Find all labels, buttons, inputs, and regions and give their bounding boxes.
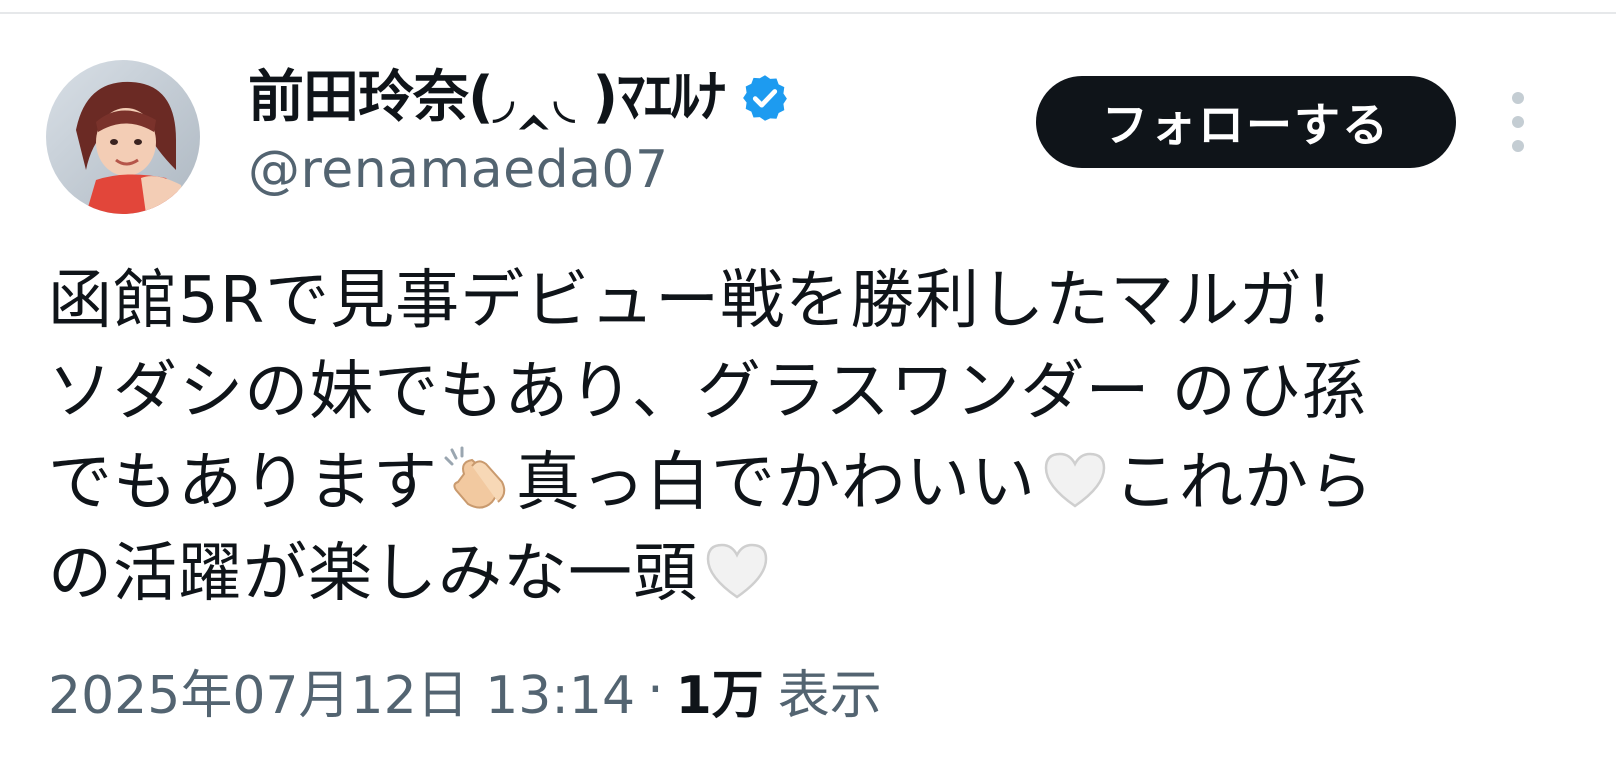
tweet-header: 前田玲奈(◞‸◟ )ﾏｴﾙﾅ @renamaeda07 xyxy=(248,58,791,202)
display-name[interactable]: 前田玲奈(◞‸◟ )ﾏｴﾙﾅ xyxy=(248,58,726,138)
avatar-image xyxy=(46,60,200,214)
white-heart-emoji xyxy=(702,535,772,605)
tweet-text-segment: でもあります xyxy=(48,446,438,520)
more-options-icon[interactable] xyxy=(1500,92,1536,152)
tweet-line: でもあります 真っ白でかわいい これから xyxy=(48,438,1578,529)
tweet-text-segment: 函館5Rで見事デビュー戦を勝利したマルガ！ xyxy=(48,264,1369,338)
tweet-text: 函館5Rで見事デビュー戦を勝利したマルガ！ ソダシの妹でもあり、グラスワンダー … xyxy=(48,256,1578,620)
tweet-timestamp[interactable]: 2025年07月12日 13:14 xyxy=(48,653,635,728)
verified-badge-icon xyxy=(739,72,791,124)
tweet-text-segment: 真っ白でかわいい xyxy=(516,446,1036,520)
follow-button[interactable]: フォローする xyxy=(1036,76,1456,168)
tweet-line: ソダシの妹でもあり、グラスワンダー のひ孫 xyxy=(48,347,1578,438)
name-row: 前田玲奈(◞‸◟ )ﾏｴﾙﾅ xyxy=(248,58,791,138)
clapping-hands-emoji xyxy=(442,444,512,514)
tweet-meta: 2025年07月12日 13:14 · 1万 表示 xyxy=(48,650,882,730)
avatar[interactable] xyxy=(46,60,200,214)
tweet-line: の活躍が楽しみな一頭 xyxy=(48,529,1578,620)
more-dot xyxy=(1512,116,1524,128)
more-dot xyxy=(1512,92,1524,104)
more-dot xyxy=(1512,140,1524,152)
white-heart-emoji xyxy=(1040,444,1110,514)
tweet-text-segment: の活躍が楽しみな一頭 xyxy=(48,537,698,611)
views-count: 1万 xyxy=(675,665,764,726)
views-label: 表示 xyxy=(777,665,882,726)
tweet-text-segment: ソダシの妹でもあり、グラスワンダー のひ孫 xyxy=(48,355,1367,429)
tweet-text-segment: これから xyxy=(1114,446,1374,520)
tweet-line: 函館5Rで見事デビュー戦を勝利したマルガ！ xyxy=(48,256,1578,347)
top-divider xyxy=(0,12,1616,14)
user-handle[interactable]: @renamaeda07 xyxy=(248,138,791,202)
meta-separator: · xyxy=(647,660,664,720)
